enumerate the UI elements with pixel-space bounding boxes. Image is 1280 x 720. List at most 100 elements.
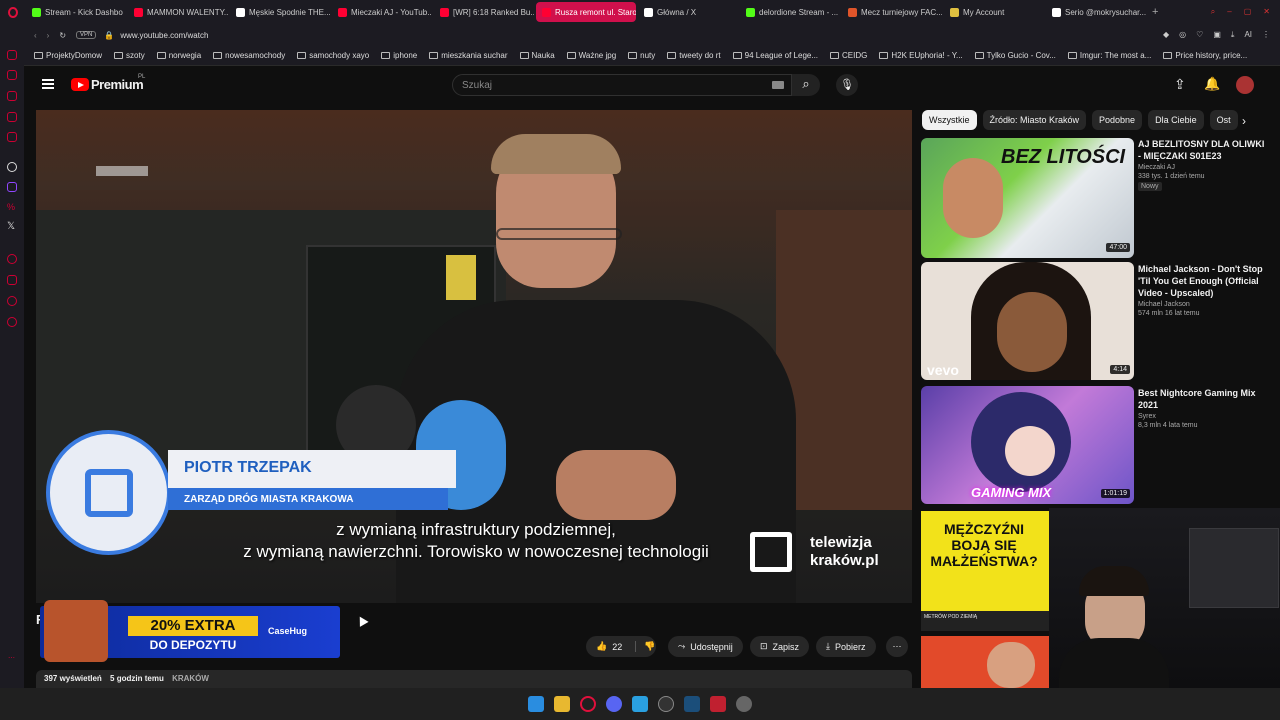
promo-banner[interactable]: 20% EXTRA DO DEPOZYTU CaseHug xyxy=(40,600,340,662)
back-icon[interactable]: ‹ xyxy=(34,31,37,40)
bookmark-item[interactable]: Nauka xyxy=(519,51,555,60)
bookmark-item[interactable]: mieszkania suchar xyxy=(429,51,508,60)
share-button[interactable]: ⤳ Udostępnij xyxy=(668,636,743,657)
filter-chip[interactable]: Podobne xyxy=(1092,110,1143,130)
browser-tab[interactable]: [WR] 6:18 Ranked Bu... xyxy=(434,2,534,22)
ai-icon[interactable]: AI xyxy=(1244,30,1252,40)
forward-icon[interactable]: › xyxy=(47,31,50,40)
keyboard-icon[interactable] xyxy=(772,81,784,89)
like-count[interactable]: 22 xyxy=(612,642,622,652)
video-player[interactable]: PIOTR TRZEPAK ZARZĄD DRÓG MIASTA KRAKOWA… xyxy=(36,110,912,603)
browser-tab[interactable]: Męskie Spodnie THE... xyxy=(230,2,330,22)
like-icon[interactable]: 👍 xyxy=(596,641,607,652)
wallet-icon[interactable] xyxy=(7,112,17,122)
rec-thumb-1[interactable]: BEZ LITOŚCI 47:00 xyxy=(921,138,1134,258)
bookmark-item[interactable]: H2K EUphoria! - Y... xyxy=(879,51,963,60)
rec-info-3[interactable]: Best Nightcore Gaming Mix 2021 Syrex 8,3… xyxy=(1138,387,1268,429)
bookmark-item[interactable]: Ważne jpg xyxy=(566,51,616,60)
new-tab-button[interactable]: + xyxy=(1152,6,1158,18)
browser-tab[interactable]: MAMMON WALENTY... xyxy=(128,2,228,22)
upload-icon[interactable]: ⇪ xyxy=(1174,76,1186,93)
browser-tab[interactable]: Stream - Kick Dashbo xyxy=(26,2,126,22)
browser-tab[interactable]: Mecz turniejowy FAC... xyxy=(842,2,942,22)
more-actions-button[interactable]: ⋯ xyxy=(886,636,908,657)
video-tag[interactable]: KRAKÓW xyxy=(172,674,209,683)
bookmark-item[interactable]: CEIDG xyxy=(830,51,867,60)
rec-title[interactable]: Best Nightcore Gaming Mix 2021 xyxy=(1138,387,1268,411)
rec-title[interactable]: AJ BEZLITOSNY DLA OLIWKI - MIĘCZAKI S01E… xyxy=(1138,138,1268,162)
search-box[interactable]: Szukaj xyxy=(452,74,792,96)
bookmark-item[interactable]: Tylko Gucio - Cov... xyxy=(974,51,1056,60)
maximize-icon[interactable]: ▢ xyxy=(1244,7,1252,17)
bookmark-item[interactable]: ProjektyDomow xyxy=(34,51,102,60)
download-icon[interactable]: ⤓ xyxy=(1231,30,1235,40)
file-explorer-icon[interactable] xyxy=(554,696,570,712)
rec-info-2[interactable]: Michael Jackson - Don't Stop 'Til You Ge… xyxy=(1138,263,1268,317)
rec-thumb-2[interactable]: vevo 4:14 xyxy=(921,262,1134,380)
bookmark-item[interactable]: iphone xyxy=(381,51,417,60)
chatgpt-icon[interactable] xyxy=(7,162,17,172)
vpn-badge[interactable]: VPN xyxy=(76,31,97,39)
messenger-taskbar-icon[interactable] xyxy=(632,696,648,712)
browser-tab[interactable]: My Account xyxy=(944,2,1044,22)
filter-chip[interactable]: Dla Ciebie xyxy=(1148,110,1204,130)
rec-title[interactable]: Michael Jackson - Don't Stop 'Til You Ge… xyxy=(1138,263,1268,299)
minimize-icon[interactable]: – xyxy=(1227,7,1231,17)
messenger-icon[interactable] xyxy=(7,50,17,60)
menu-icon[interactable]: ⋮ xyxy=(1262,30,1270,40)
description-box[interactable]: 397 wyświetleń 5 godzin temu KRAKÓW xyxy=(36,670,912,688)
pinboard-icon[interactable] xyxy=(7,275,17,285)
search-icon[interactable]: ⌕ xyxy=(792,74,820,96)
dislike-icon[interactable]: 👎 xyxy=(635,641,655,652)
save-button[interactable]: ⊡ Zapisz xyxy=(750,636,810,657)
bookmark-icon[interactable]: ♡ xyxy=(1196,30,1203,40)
bookmark-item[interactable]: 94 League of Lege... xyxy=(732,51,818,60)
rec-channel[interactable]: Syrex xyxy=(1138,413,1268,420)
premium-logo[interactable]: Premium xyxy=(91,77,144,92)
x-icon[interactable]: 𝕏 xyxy=(7,222,17,232)
extension-icon[interactable]: ◆ xyxy=(1163,30,1169,40)
opera-taskbar-icon[interactable] xyxy=(580,696,596,712)
bookmark-item[interactable]: szoty xyxy=(114,51,145,60)
twitch-icon[interactable] xyxy=(7,182,17,192)
shield-icon[interactable] xyxy=(710,696,726,712)
chatgpt-taskbar-icon[interactable] xyxy=(658,696,674,712)
rec-thumb-3[interactable]: GAMING MIX 1:01:19 xyxy=(921,386,1134,504)
filter-chip[interactable]: Ost xyxy=(1209,110,1238,130)
notifications-icon[interactable]: 🔔 xyxy=(1204,76,1220,92)
menu-icon[interactable] xyxy=(42,79,54,89)
bookmark-item[interactable]: Price history, price... xyxy=(1163,51,1247,60)
youtube-logo-icon[interactable] xyxy=(71,78,89,91)
search-tabs-icon[interactable]: ⌕ xyxy=(1211,7,1215,17)
bookmark-item[interactable]: nowesamochody xyxy=(213,51,285,60)
rec-thumb-4[interactable]: MĘŻCZYŹNI BOJĄ SIĘ MAŁŻEŃSTWA? METRÓW PO… xyxy=(921,511,1049,631)
browser-tab[interactable]: Serio @mokrysuchar... xyxy=(1046,2,1146,22)
discord-icon[interactable] xyxy=(606,696,622,712)
bookmark-item[interactable]: samochody xayo xyxy=(297,51,369,60)
clock-icon[interactable] xyxy=(7,296,17,306)
windows-start-icon[interactable] xyxy=(528,696,544,712)
rec-info-1[interactable]: AJ BEZLITOSNY DLA OLIWKI - MIĘCZAKI S01E… xyxy=(1138,138,1268,191)
browser-tab[interactable]: Główna / X xyxy=(638,2,738,22)
search-input[interactable]: Szukaj xyxy=(462,80,492,91)
settings-taskbar-icon[interactable] xyxy=(736,696,752,712)
history-icon[interactable] xyxy=(7,254,17,264)
bookmark-item[interactable]: norwegia xyxy=(156,51,201,60)
camera-icon[interactable]: ◎ xyxy=(1179,30,1186,40)
browser-tab[interactable]: Mieczaki AJ - YouTub... xyxy=(332,2,432,22)
steam-icon[interactable] xyxy=(684,696,700,712)
bookmark-item[interactable]: Imgur: The most a... xyxy=(1067,51,1151,60)
bag-icon[interactable] xyxy=(7,91,17,101)
percent-icon[interactable]: % xyxy=(7,202,17,212)
chips-next-icon[interactable]: › xyxy=(1242,114,1246,128)
avatar[interactable] xyxy=(1236,76,1254,94)
bookmark-item[interactable]: tweety do rt xyxy=(667,51,721,60)
wallet-icon[interactable]: ▣ xyxy=(1213,30,1221,40)
rec-thumb-5[interactable] xyxy=(921,636,1049,688)
rec-channel[interactable]: Michael Jackson xyxy=(1138,301,1268,308)
reload-icon[interactable]: ↻ xyxy=(59,31,66,40)
home-icon[interactable] xyxy=(7,70,17,80)
url-field[interactable]: www.youtube.com/watch xyxy=(120,31,208,40)
settings-icon[interactable] xyxy=(7,317,17,327)
microphone-icon[interactable]: 🎙 xyxy=(836,74,858,96)
